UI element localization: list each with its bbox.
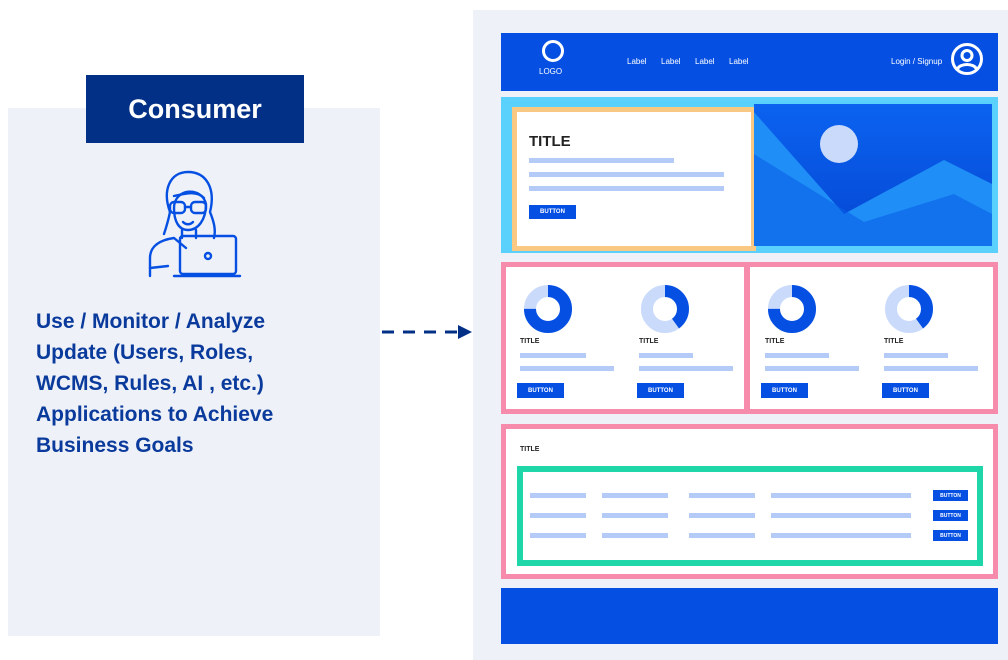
card-button[interactable]: BUTTON — [761, 383, 808, 398]
card-title: TITLE — [765, 338, 785, 345]
list-row-button[interactable]: BUTTON — [933, 530, 968, 541]
description-line: Use / Monitor / Analyze — [36, 310, 266, 333]
placeholder-line — [771, 533, 911, 538]
placeholder-line — [884, 353, 948, 358]
placeholder-line — [602, 513, 668, 518]
placeholder-line — [771, 493, 911, 498]
placeholder-line — [689, 513, 755, 518]
landscape-image-icon — [754, 104, 992, 246]
placeholder-line — [530, 533, 586, 538]
consumer-description: Use / Monitor / Analyze Update (Users, R… — [36, 306, 356, 461]
hero-title: TITLE — [529, 133, 571, 150]
placeholder-line — [639, 366, 733, 371]
donut-chart-icon — [524, 285, 572, 333]
nav-link[interactable]: Label — [729, 57, 749, 66]
placeholder-line — [529, 172, 724, 177]
placeholder-line — [530, 513, 586, 518]
card-button[interactable]: BUTTON — [637, 383, 684, 398]
placeholder-line — [765, 366, 859, 371]
list-row-button[interactable]: BUTTON — [933, 510, 968, 521]
placeholder-line — [765, 353, 829, 358]
logo-label: LOGO — [539, 67, 563, 76]
person-with-laptop-icon — [148, 170, 242, 278]
card-title: TITLE — [639, 338, 659, 345]
card-title: TITLE — [884, 338, 904, 345]
donut-chart-icon — [885, 285, 933, 333]
hero-button[interactable]: BUTTON — [529, 205, 576, 219]
placeholder-line — [530, 493, 586, 498]
dashed-arrow-icon — [382, 325, 472, 339]
nav-link[interactable]: Label — [627, 57, 647, 66]
nav-link[interactable]: Label — [661, 57, 681, 66]
placeholder-line — [529, 186, 724, 191]
description-line: Update (Users, Roles, — [36, 341, 254, 364]
placeholder-line — [639, 353, 693, 358]
nav-link[interactable]: Label — [695, 57, 715, 66]
wireframe-footer — [501, 588, 998, 644]
placeholder-line — [689, 533, 755, 538]
card-button[interactable]: BUTTON — [517, 383, 564, 398]
card-button[interactable]: BUTTON — [882, 383, 929, 398]
card-title: TITLE — [520, 338, 540, 345]
placeholder-line — [884, 366, 978, 371]
list-section-title: TITLE — [520, 446, 540, 453]
donut-chart-icon — [768, 285, 816, 333]
placeholder-line — [602, 493, 668, 498]
login-signup-link[interactable]: Login / Signup — [891, 57, 942, 66]
donut-chart-icon — [641, 285, 689, 333]
placeholder-line — [602, 533, 668, 538]
placeholder-line — [689, 493, 755, 498]
placeholder-line — [771, 513, 911, 518]
description-line: Business Goals — [36, 434, 194, 457]
user-avatar-icon[interactable] — [950, 42, 984, 76]
description-line: Applications to Achieve — [36, 403, 274, 426]
logo-icon — [542, 40, 564, 62]
placeholder-line — [529, 158, 674, 163]
description-line: WCMS, Rules, AI , etc.) — [36, 372, 264, 395]
placeholder-line — [520, 366, 614, 371]
consumer-header: Consumer — [86, 75, 304, 143]
hero-card — [512, 107, 756, 251]
list-row-button[interactable]: BUTTON — [933, 490, 968, 501]
placeholder-line — [520, 353, 586, 358]
